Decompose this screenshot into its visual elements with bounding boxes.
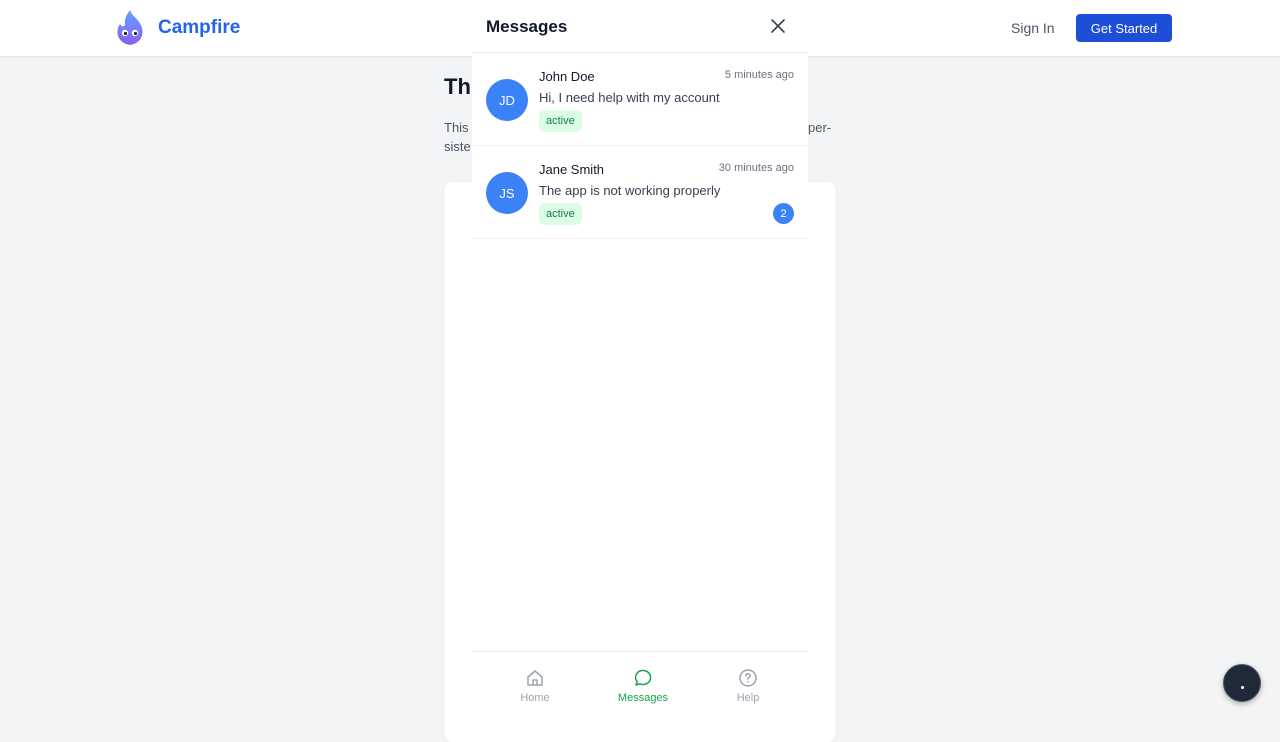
conversation-preview: Hi, I need help with my account [539,90,720,105]
messages-panel: Messages JD John Doe 5 minutes ago Hi, I… [472,0,808,720]
nav-home-label: Home [520,692,550,704]
conversation-name: John Doe [539,69,595,84]
home-icon [527,670,543,686]
help-circle-icon [739,669,757,687]
close-icon[interactable] [769,17,787,35]
nav-home[interactable]: Home [495,652,575,721]
chat-launcher-button[interactable] [1223,664,1261,702]
unread-count-badge: 2 [773,203,794,224]
nav-messages[interactable]: Messages [603,652,683,721]
conversation-preview: The app is not working properly [539,183,721,198]
get-started-button[interactable]: Get Started [1076,14,1172,42]
sign-in-link[interactable]: Sign In [1011,20,1055,36]
brand[interactable]: Campfire [114,9,240,47]
avatar: JD [486,79,528,121]
nav-help-label: Help [736,692,760,704]
chat-bubble-icon [634,669,652,686]
campfire-logo-icon [117,10,143,45]
status-badge: active [539,110,582,132]
brand-name: Campfire [158,17,241,38]
conversation-item[interactable]: JS Jane Smith 30 minutes ago The app is … [472,146,808,239]
bottom-nav: Home Messages Help [472,651,808,720]
avatar: JS [486,172,528,214]
conversation-name: Jane Smith [539,162,605,177]
conversation-item[interactable]: JD John Doe 5 minutes ago Hi, I need hel… [472,53,808,146]
nav-messages-label: Messages [617,692,669,704]
conversation-time: 30 minutes ago [718,162,794,174]
dot-icon [1241,686,1244,689]
panel-title: Messages [486,17,568,36]
nav-help[interactable]: Help [708,652,788,721]
status-badge: active [539,203,582,225]
page-description-right: per- [808,120,832,135]
panel-header: Messages [472,0,808,53]
conversation-time: 5 minutes ago [724,69,794,81]
